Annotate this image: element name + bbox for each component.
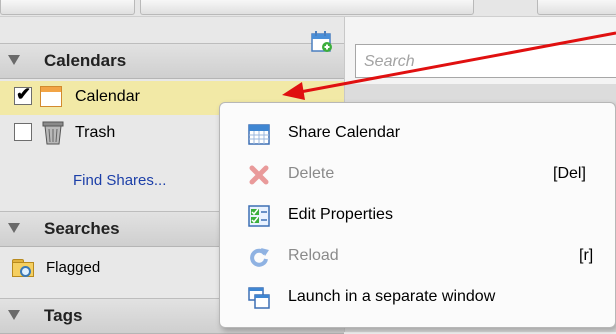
flagged-label: Flagged bbox=[46, 259, 101, 276]
menu-item-label: Launch in a separate window bbox=[288, 288, 496, 305]
calendars-header-label: Calendars bbox=[44, 51, 127, 70]
menu-item-share-calendar[interactable]: Share Calendar bbox=[220, 115, 615, 153]
trash-icon bbox=[42, 121, 64, 145]
searches-header-label: Searches bbox=[44, 219, 120, 238]
toolbar-button-right[interactable] bbox=[537, 0, 616, 15]
delete-icon bbox=[249, 165, 269, 185]
calendar-checkbox[interactable]: ✔ bbox=[14, 84, 32, 105]
trash-checkbox[interactable] bbox=[14, 123, 32, 141]
menu-item-label: Delete bbox=[288, 165, 335, 182]
calendars-header[interactable]: Calendars bbox=[0, 43, 344, 79]
new-calendar-icon[interactable] bbox=[311, 31, 333, 53]
context-menu: Share Calendar Delete [Del] Edit Propert… bbox=[219, 102, 616, 328]
menu-item-delete[interactable]: Delete [Del] bbox=[220, 156, 615, 194]
menu-item-label: Edit Properties bbox=[288, 206, 393, 223]
collapse-triangle-icon[interactable] bbox=[8, 310, 20, 320]
toolbar-button-middle[interactable] bbox=[140, 0, 474, 15]
launch-window-icon bbox=[248, 287, 270, 309]
menu-item-shortcut: [Del] bbox=[553, 165, 586, 182]
trash-label: Trash bbox=[75, 124, 116, 141]
menu-item-shortcut: [r] bbox=[579, 247, 594, 264]
menu-item-reload[interactable]: Reload [r] bbox=[220, 238, 615, 276]
find-shares-link[interactable]: Find Shares... bbox=[73, 172, 166, 189]
collapse-triangle-icon[interactable] bbox=[8, 223, 20, 233]
menu-item-label: Reload bbox=[288, 247, 339, 264]
calendar-label: Calendar bbox=[75, 88, 140, 105]
menu-item-launch-separate-window[interactable]: Launch in a separate window bbox=[220, 279, 615, 317]
toolbar-button-left[interactable] bbox=[0, 0, 135, 15]
search-field[interactable] bbox=[355, 44, 616, 78]
search-input[interactable] bbox=[362, 50, 606, 74]
menu-item-label: Share Calendar bbox=[288, 124, 401, 141]
reload-icon bbox=[250, 248, 269, 267]
menu-item-edit-properties[interactable]: Edit Properties bbox=[220, 197, 615, 235]
calendar-icon bbox=[40, 86, 62, 107]
share-calendar-icon bbox=[248, 124, 270, 145]
collapse-triangle-icon[interactable] bbox=[8, 55, 20, 65]
edit-properties-icon bbox=[248, 205, 270, 227]
top-toolbar bbox=[0, 0, 616, 17]
saved-search-folder-icon bbox=[12, 259, 35, 278]
tags-header-label: Tags bbox=[44, 306, 83, 325]
checkmark-icon: ✔ bbox=[16, 84, 32, 104]
